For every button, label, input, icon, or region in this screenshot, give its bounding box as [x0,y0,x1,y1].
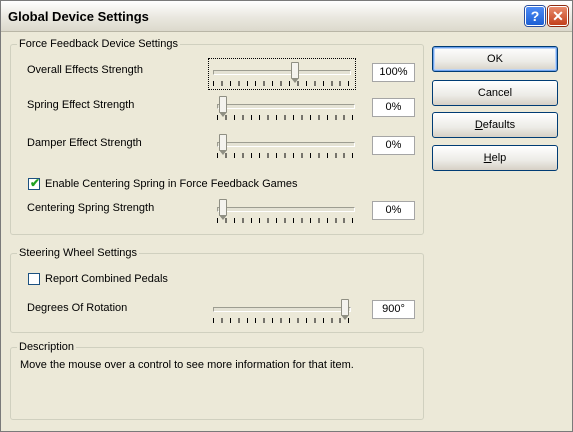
slider-thumb[interactable] [219,199,227,220]
slider-track [213,307,351,312]
slider-ticks [213,318,351,323]
slider-ticks [213,81,351,86]
slider-track [217,142,355,147]
slider-thumb[interactable] [290,62,299,83]
defaults-button[interactable]: Defaults [432,112,558,138]
title-bar[interactable]: Global Device Settings ? ✕ [1,1,572,32]
centering-spring-label: Centering Spring Strength [27,202,155,214]
slider-track [213,70,351,75]
damper-effect-slider[interactable] [217,134,355,164]
help-label: elp [491,152,507,164]
enable-centering-label[interactable]: Enable Centering Spring in Force Feedbac… [45,178,298,190]
centering-spring-slider[interactable] [217,199,355,229]
overall-effects-value: 100% [372,63,415,82]
description-text: Move the mouse over a control to see mor… [20,359,354,371]
close-button[interactable]: ✕ [548,6,568,26]
help-title-button[interactable]: ? [525,6,545,26]
degrees-rotation-value: 900° [372,300,415,319]
check-icon: ✔ [30,176,41,190]
close-icon: ✕ [552,8,564,24]
ok-button[interactable]: OK [432,46,558,72]
slider-ticks [217,115,355,120]
slider-thumb[interactable] [219,96,227,117]
combined-pedals-checkbox[interactable] [28,273,40,285]
defaults-label: efaults [482,119,516,131]
degrees-rotation-slider[interactable] [213,299,351,329]
cancel-button[interactable]: Cancel [432,80,558,106]
description-legend: Description [17,341,77,353]
combined-pedals-label[interactable]: Report Combined Pedals [45,273,168,285]
enable-centering-checkbox[interactable]: ✔ [28,176,41,190]
slider-track [217,207,355,212]
centering-spring-value: 0% [372,201,415,220]
damper-effect-label: Damper Effect Strength [27,137,142,149]
slider-thumb[interactable] [341,299,349,320]
slider-thumb[interactable] [219,134,227,155]
degrees-rotation-label: Degrees Of Rotation [27,302,128,314]
steering-wheel-legend: Steering Wheel Settings [17,247,140,259]
damper-effect-value: 0% [372,136,415,155]
description-group: Description [10,341,424,420]
spring-effect-slider[interactable] [217,96,355,126]
overall-effects-label: Overall Effects Strength [27,64,143,76]
window-title: Global Device Settings [8,9,149,24]
dialog-window: Global Device Settings ? ✕ Force Feedbac… [0,0,573,432]
help-button[interactable]: Help [432,145,558,171]
slider-ticks [217,153,355,158]
spring-effect-label: Spring Effect Strength [27,99,135,111]
slider-track [217,104,355,109]
spring-effect-value: 0% [372,98,415,117]
slider-ticks [217,218,355,223]
help-mnemonic: H [483,152,492,164]
defaults-mnemonic: D [474,119,483,131]
force-feedback-legend: Force Feedback Device Settings [17,38,180,50]
overall-effects-slider[interactable] [213,62,351,92]
